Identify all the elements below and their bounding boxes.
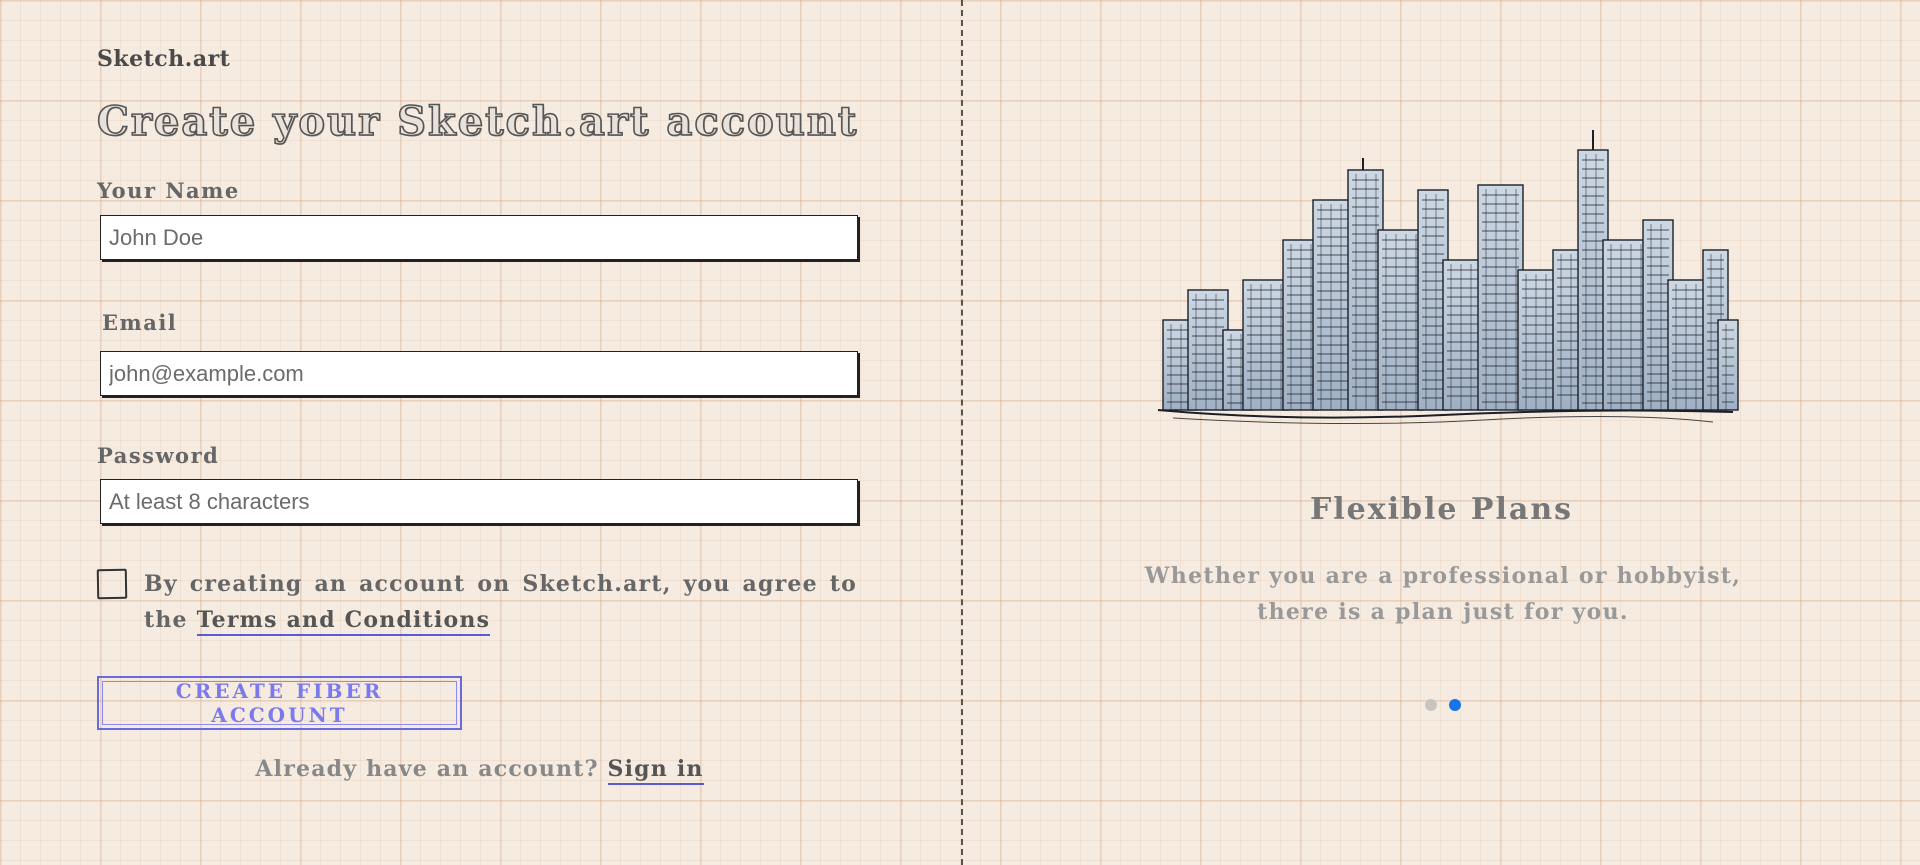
city-skyline-sketch-icon — [1157, 130, 1739, 425]
name-label: Your Name — [97, 178, 240, 203]
feature-panel: Flexible Plans Whether you are a profess… — [963, 0, 1920, 865]
carousel-dots — [1425, 699, 1461, 711]
terms-checkbox[interactable] — [96, 568, 128, 600]
signup-panel: Sketch.art Create your Sketch.art accoun… — [96, 0, 862, 865]
signin-prompt: Already have an account? — [255, 756, 599, 782]
carousel-dot[interactable] — [1449, 699, 1461, 711]
create-account-button[interactable]: CREATE FIBER ACCOUNT — [97, 676, 462, 730]
signin-row: Already have an account? Sign in — [97, 756, 862, 785]
password-input[interactable] — [100, 479, 858, 524]
terms-text: By creating an account on Sketch.art, yo… — [144, 566, 857, 638]
email-input[interactable] — [100, 351, 858, 396]
password-label: Password — [97, 443, 220, 468]
page-title: Create your Sketch.art account — [96, 97, 859, 146]
signin-link[interactable]: Sign in — [607, 756, 704, 785]
carousel-dot[interactable] — [1425, 699, 1437, 711]
feature-title: Flexible Plans — [1309, 492, 1574, 527]
name-input[interactable] — [100, 215, 858, 260]
terms-link[interactable]: Terms and Conditions — [196, 607, 491, 636]
email-label: Email — [102, 310, 178, 335]
brand-logo: Sketch.art — [97, 46, 231, 72]
feature-description: Whether you are a professional or hobbyi… — [1144, 563, 1742, 625]
